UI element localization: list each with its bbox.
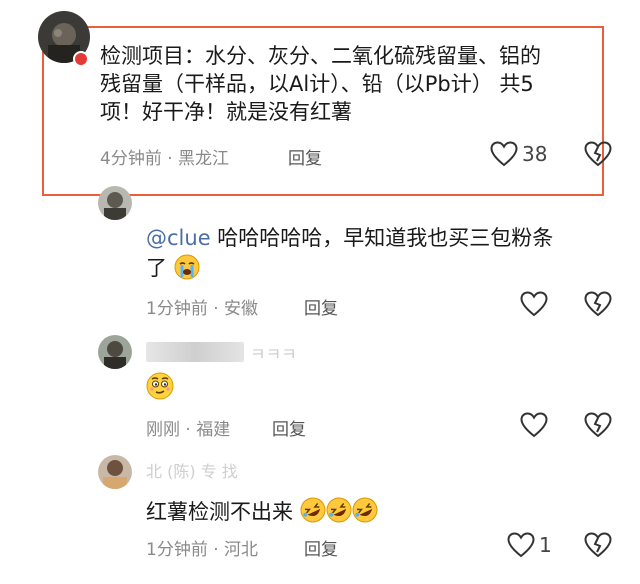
meta-separator: · xyxy=(185,420,191,440)
meta-separator: · xyxy=(167,149,173,169)
smiling-face-with-raised-eyebrows-icon xyxy=(146,372,174,404)
comment-line-text: 哈哈哈哈哈，早知道我也买三包粉条 xyxy=(210,226,554,250)
like-icon[interactable] xyxy=(490,141,518,167)
blurred-username xyxy=(146,342,244,362)
comment-time: 刚刚 xyxy=(146,420,180,440)
reply-button[interactable]: 回复 xyxy=(288,144,322,169)
dislike-icon[interactable] xyxy=(584,141,612,167)
reply-button[interactable]: 回复 xyxy=(272,415,306,440)
comment-line-text: 红薯检测不出来 xyxy=(146,500,293,524)
comment-meta: 1分钟前 · 安徽 xyxy=(146,294,258,319)
avatar[interactable] xyxy=(98,186,132,220)
username-fragment: ㅋㅋㅋ xyxy=(250,345,297,365)
avatar[interactable] xyxy=(98,455,132,489)
comment-line: @clue 哈哈哈哈哈，早知道我也买三包粉条 xyxy=(146,224,606,252)
comment-location: 福建 xyxy=(196,420,231,440)
comment-text: 检测项目：水分、灰分、二氧化硫残留量、铝的 残留量（干样品，以Al计）、铅（以P… xyxy=(100,42,605,126)
rolling-on-the-floor-laughing-icon xyxy=(300,496,378,531)
meta-separator: · xyxy=(213,299,219,319)
user-mention[interactable]: @clue xyxy=(146,226,211,250)
avatar-badge xyxy=(73,51,89,67)
reply-button[interactable]: 回复 xyxy=(304,535,338,560)
like-icon[interactable] xyxy=(520,412,548,438)
comment-line: 了 xyxy=(146,254,606,287)
comment-meta: 4分钟前 · 黑龙江 xyxy=(100,144,229,169)
like-count: 38 xyxy=(522,142,548,166)
reply-button[interactable]: 回复 xyxy=(304,294,338,319)
dislike-icon[interactable] xyxy=(584,532,612,558)
comment-meta: 刚刚 · 福建 xyxy=(146,415,230,440)
like-icon[interactable] xyxy=(507,532,535,558)
like-count: 1 xyxy=(539,533,552,557)
comment-line: 检测项目：水分、灰分、二氧化硫残留量、铝的 xyxy=(100,44,541,68)
avatar[interactable] xyxy=(98,335,132,369)
dislike-icon[interactable] xyxy=(584,412,612,438)
meta-separator: · xyxy=(213,540,219,560)
comment-location: 黑龙江 xyxy=(178,149,230,169)
comment-location: 河北 xyxy=(224,540,259,560)
comment-meta: 1分钟前 · 河北 xyxy=(146,535,258,560)
comment-line: 项！好干净！就是没有红薯 xyxy=(100,100,352,124)
comment-time: 1分钟前 xyxy=(146,299,208,319)
comment-time: 4分钟前 xyxy=(100,149,162,169)
comment-text: @clue 哈哈哈哈哈，早知道我也买三包粉条 了 xyxy=(146,224,606,287)
comment-text: 红薯检测不出来 xyxy=(146,496,378,531)
comment-line: 残留量（干样品，以Al计）、铅（以Pb计） 共5 xyxy=(100,72,534,96)
like-icon[interactable] xyxy=(520,291,548,317)
loudly-crying-face-icon xyxy=(174,254,200,287)
comment-time: 1分钟前 xyxy=(146,540,208,560)
comment-location: 安徽 xyxy=(224,299,259,319)
comment-line-text: 了 xyxy=(146,256,167,280)
username-fragment: 北 (陈) 专 找 xyxy=(146,462,238,481)
dislike-icon[interactable] xyxy=(584,291,612,317)
